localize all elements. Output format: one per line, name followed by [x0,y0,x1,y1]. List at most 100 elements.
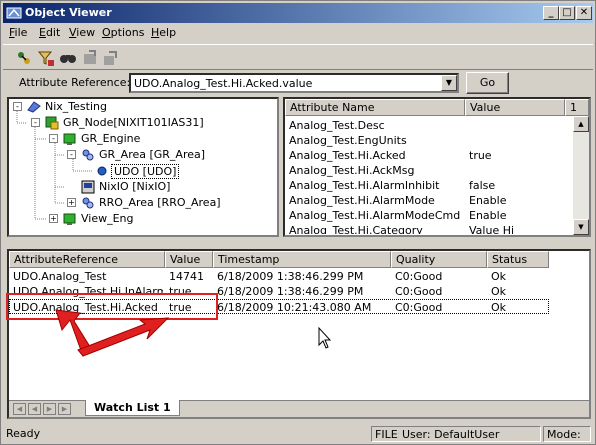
area-icon [82,197,94,209]
collapse-icon[interactable]: - [49,134,58,143]
watch-ref-cell: UDO.Analog_Test.Hi.Acked [13,301,158,314]
object-tree[interactable]: - Nix_Testing - GR_Node[NIXIT101IAS31] -… [7,97,279,237]
watch-ref-cell: UDO.Analog_Test [13,270,107,283]
menu-edit[interactable]: Edit [39,26,60,39]
column-header-attribute-name[interactable]: Attribute Name [285,99,465,116]
connect-icon[interactable] [15,49,33,67]
column-header-value[interactable]: Value [165,251,213,268]
attr-name-cell[interactable]: Analog_Test.Hi.AlarmInhibit [289,179,463,194]
find-icon[interactable] [59,49,77,67]
expand-icon[interactable]: + [49,214,58,223]
attribute-reference-bar: Attribute Reference: UDO.Analog_Test.Hi.… [3,71,593,95]
platform-icon [45,116,59,130]
watch-tab-bar: ◀ ◀ ▶ ▶ Watch List 1 [9,400,589,417]
attr-value-cell[interactable] [469,134,559,149]
menu-bar: File Edit View Options Help [3,24,593,43]
attr-value-cell[interactable]: true [469,149,559,164]
tree-item-label: Nix_Testing [45,100,107,113]
collapse-icon[interactable]: - [67,150,76,159]
tab-next-icon[interactable]: ▶ [43,403,56,415]
watch-value-cell: true [169,285,192,298]
attr-value-cell[interactable] [469,119,559,134]
tree-item-label: GR_Node[NIXIT101IAS31] [63,116,204,129]
attr-value-cell[interactable] [469,164,559,179]
attribute-grid-scrollbar[interactable]: ▲ ▼ [573,116,589,235]
dropdown-arrow-icon[interactable]: ▼ [441,75,457,91]
attr-name-cell[interactable]: Analog_Test.Hi.AlarmMode [289,194,463,209]
watch-list: AttributeReference Value Timestamp Quali… [7,249,591,419]
menu-help[interactable]: Help [151,26,176,39]
collapse-icon[interactable]: - [31,118,40,127]
watch-quality-cell: C0:Good [395,301,443,314]
watch-status-cell: Ok [491,270,507,283]
watch-value-cell: 14741 [169,270,204,283]
attr-name-cell[interactable]: Analog_Test.EngUnits [289,134,463,149]
scroll-up-icon[interactable]: ▲ [573,116,589,132]
engine-icon [63,213,76,225]
minimize-button[interactable]: _ [543,6,559,20]
attr-name-cell[interactable]: Analog_Test.Hi.AlarmModeCmd [289,209,463,224]
tree-item-label: UDO [UDO] [111,164,180,179]
attr-value-cell[interactable]: Value Hi [469,224,559,234]
tab-prev-icon[interactable]: ◀ [28,403,41,415]
watch-status-cell: Ok [491,285,507,298]
toolbar [3,44,593,70]
status-user: User: DefaultUser [399,426,541,442]
watch-timestamp-cell: 6/18/2009 10:21:43.080 AM [217,301,372,314]
attr-name-cell[interactable]: Analog_Test.Desc [289,119,463,134]
expand-icon[interactable]: + [67,198,76,207]
watch-quality-cell: C0:Good [395,270,443,283]
watch-row[interactable]: UDO.Analog_Test.Hi.InAlarm true 6/18/200… [9,284,549,299]
forward-icon[interactable] [101,49,119,67]
column-header-quality[interactable]: Quality [391,251,487,268]
attr-name-cell[interactable]: Analog_Test.Hi.Acked [289,149,463,164]
column-header-attribute-reference[interactable]: AttributeReference [9,251,165,268]
attr-value-cell[interactable]: Enable [469,194,559,209]
attr-name-cell[interactable]: Analog_Test.Hi.Category [289,224,463,234]
object-icon [97,166,107,176]
scroll-down-icon[interactable]: ▼ [573,219,589,235]
tree-item-label: RRO_Area [RRO_Area] [99,196,221,209]
menu-options[interactable]: Options [102,26,144,39]
filter-icon[interactable] [37,49,55,67]
object-viewer-window: Object Viewer _ □ ✕ File Edit View Optio… [0,0,596,445]
status-bar: Ready FILE: User: DefaultUser Mode: [3,425,593,443]
watch-timestamp-cell: 6/18/2009 1:38:46.299 PM [217,270,364,283]
engine-icon [63,133,76,145]
status-mode: Mode: [543,426,591,442]
menu-view[interactable]: View [69,26,95,39]
close-button[interactable]: ✕ [576,6,592,20]
column-header-value[interactable]: Value [465,99,565,116]
attribute-reference-combobox[interactable]: UDO.Analog_Test.Hi.Acked.value ▼ [129,73,459,93]
watch-value-cell: true [169,301,192,314]
menu-file[interactable]: File [9,26,27,39]
attribute-reference-value: UDO.Analog_Test.Hi.Acked.value [134,77,313,90]
window-title: Object Viewer [25,6,112,19]
io-device-icon [81,180,95,194]
tab-last-icon[interactable]: ▶ [58,403,71,415]
watch-row[interactable]: UDO.Analog_Test 14741 6/18/2009 1:38:46.… [9,269,549,284]
back-icon[interactable] [81,49,99,67]
column-header-status[interactable]: Status [487,251,549,268]
galaxy-icon [27,101,41,113]
app-icon [6,7,22,19]
maximize-button[interactable]: □ [559,6,575,20]
status-ready: Ready [6,427,41,440]
tree-item-label: GR_Area [GR_Area] [99,148,206,161]
tab-watch-list-1[interactable]: Watch List 1 [85,400,180,416]
column-header-extra[interactable]: 1 [565,99,589,116]
go-button[interactable]: Go [466,72,509,94]
tree-item-label: GR_Engine [81,132,141,145]
tab-first-icon[interactable]: ◀ [13,403,26,415]
status-file-label: FILE: [371,426,399,442]
attr-value-cell[interactable]: false [469,179,559,194]
collapse-icon[interactable]: - [13,102,22,111]
column-header-timestamp[interactable]: Timestamp [213,251,391,268]
watch-row-selected[interactable]: UDO.Analog_Test.Hi.Acked true 6/18/2009 … [9,299,549,314]
attribute-reference-label: Attribute Reference: [19,76,131,89]
watch-timestamp-cell: 6/18/2009 1:38:46.299 PM [217,285,364,298]
attr-name-cell[interactable]: Analog_Test.Hi.AckMsg [289,164,463,179]
area-icon [82,149,94,161]
watch-status-cell: Ok [491,301,507,314]
attr-value-cell[interactable]: Enable [469,209,559,224]
